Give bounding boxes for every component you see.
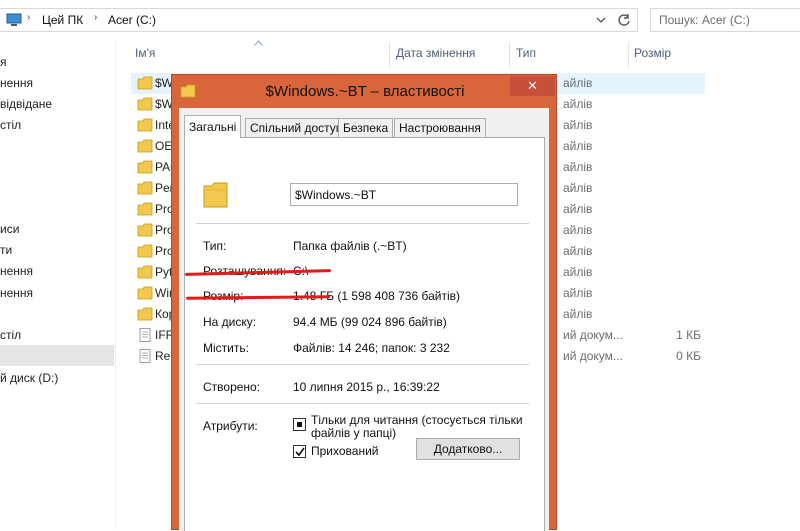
column-divider[interactable]: [628, 42, 629, 68]
column-header-date[interactable]: Дата змінення: [396, 46, 475, 66]
type-value: Папка файлів (.~BT): [293, 239, 407, 253]
divider: [196, 403, 529, 404]
folder-icon: [137, 265, 153, 279]
disk-size-value: 94.4 МБ (99 024 896 байтів): [293, 315, 447, 329]
this-pc-icon: [6, 13, 22, 26]
nav-item[interactable]: відвідане: [0, 97, 52, 111]
created-value: 10 липня 2015 р., 16:39:22: [293, 380, 440, 394]
nav-item[interactable]: ти: [0, 243, 12, 257]
advanced-button[interactable]: Додатково...: [416, 438, 520, 460]
disk-size-label: На диску:: [203, 315, 257, 329]
nav-item[interactable]: стіл: [0, 118, 21, 132]
navigation-pane: я нення відвідане стіл иси ти нення ненн…: [0, 40, 116, 530]
nav-item[interactable]: иси: [0, 222, 19, 236]
file-type: айлів: [563, 97, 593, 111]
divider: [196, 223, 529, 224]
folder-icon: [137, 181, 153, 195]
file-type: айлів: [563, 202, 593, 216]
file-type: айлів: [563, 223, 593, 237]
address-bar-area: › Цей ПК › Acer (C:) Пошук: Acer (C:): [0, 0, 800, 40]
file-type: айлів: [563, 181, 593, 195]
contains-label: Містить:: [203, 341, 249, 355]
dialog-title: $Windows.~BT – властивості: [265, 83, 465, 100]
file-type: айлів: [563, 76, 593, 90]
file-type: айлів: [563, 139, 593, 153]
checkmark-icon: [295, 447, 305, 457]
hidden-checkbox-label[interactable]: Прихований: [311, 445, 379, 458]
address-bar[interactable]: › Цей ПК › Acer (C:): [0, 8, 638, 32]
folder-icon: [137, 244, 153, 258]
file-type: айлів: [563, 286, 593, 300]
folder-name-field[interactable]: [290, 183, 518, 206]
tab-general[interactable]: Загальні: [184, 115, 242, 138]
column-divider[interactable]: [389, 42, 390, 68]
file-type: айлів: [563, 118, 593, 132]
nav-item[interactable]: нення: [0, 264, 33, 278]
file-type: айлів: [563, 244, 593, 258]
folder-icon: [203, 182, 228, 208]
file-type: айлів: [563, 265, 593, 279]
file-size: 1 КБ: [676, 328, 701, 342]
search-placeholder: Пошук: Acer (C:): [659, 13, 750, 27]
properties-dialog: $Windows.~BT – властивості ✕ Загальні Сп…: [171, 74, 558, 531]
folder-name-input[interactable]: [291, 184, 517, 205]
file-type: ий докум...: [563, 349, 623, 363]
close-button[interactable]: ✕: [510, 76, 555, 96]
refresh-icon[interactable]: [616, 12, 632, 28]
tab-customize[interactable]: Настроювання: [394, 118, 486, 137]
tab-panel-general: Тип: Папка файлів (.~BT) Розташування: C…: [184, 137, 545, 531]
hidden-checkbox[interactable]: [293, 445, 306, 458]
folder-icon: [137, 76, 153, 90]
type-label: Тип:: [203, 239, 227, 253]
nav-item[interactable]: стіл: [0, 328, 21, 342]
file-type: ий докум...: [563, 328, 623, 342]
column-divider[interactable]: [509, 42, 510, 68]
sort-ascending-icon: [254, 40, 263, 46]
nav-item-drive-d[interactable]: й диск (D:): [0, 371, 58, 385]
tab-security[interactable]: Безпека: [338, 118, 394, 137]
folder-icon: [137, 139, 153, 153]
column-header-type[interactable]: Тип: [516, 46, 536, 66]
tab-sharing[interactable]: Спільний доступ: [245, 118, 348, 137]
readonly-checkbox[interactable]: [293, 418, 306, 431]
chevron-down-icon[interactable]: [594, 13, 608, 27]
breadcrumb-drive-c[interactable]: Acer (C:): [108, 13, 156, 27]
readonly-checkbox-label[interactable]: Тільки для читання (стосується тільки фа…: [311, 414, 523, 440]
contains-value: Файлів: 14 246; папок: 3 232: [293, 341, 450, 355]
file-size: 0 КБ: [676, 349, 701, 363]
attributes-label: Атрибути:: [203, 419, 258, 433]
created-label: Створено:: [203, 380, 261, 394]
nav-item[interactable]: нення: [0, 76, 33, 90]
folder-icon: [137, 286, 153, 300]
folder-icon: [137, 97, 153, 111]
breadcrumb-chevron-icon[interactable]: ›: [94, 12, 97, 23]
text-file-icon: [139, 349, 151, 363]
text-file-icon: [139, 328, 151, 342]
nav-item[interactable]: нення: [0, 286, 33, 300]
file-type: айлів: [563, 160, 593, 174]
dialog-titlebar[interactable]: $Windows.~BT – властивості ✕: [172, 75, 558, 108]
folder-icon: [137, 223, 153, 237]
file-type: айлів: [563, 307, 593, 321]
folder-icon: [137, 307, 153, 321]
search-input[interactable]: Пошук: Acer (C:): [650, 8, 800, 32]
dialog-body: Загальні Спільний доступ Безпека Настрою…: [179, 108, 549, 531]
folder-icon: [137, 202, 153, 216]
folder-icon: [137, 160, 153, 174]
column-header-size[interactable]: Розмір: [634, 46, 671, 66]
nav-selected-highlight: [0, 345, 114, 366]
breadcrumb-chevron-icon[interactable]: ›: [27, 12, 30, 23]
nav-item[interactable]: я: [0, 55, 7, 69]
divider: [196, 364, 529, 365]
column-header-name[interactable]: Ім'я: [135, 46, 155, 66]
breadcrumb-this-pc[interactable]: Цей ПК: [42, 13, 83, 27]
folder-icon: [137, 118, 153, 132]
